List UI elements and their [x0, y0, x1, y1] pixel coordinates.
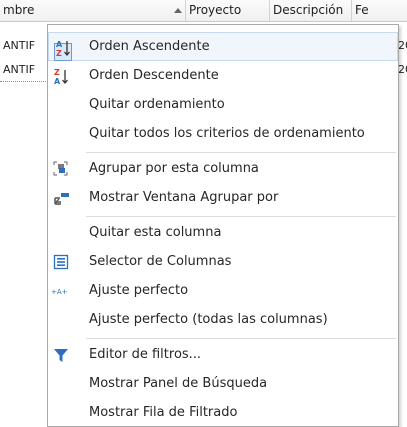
best-fit-icon: +A+ [51, 282, 70, 299]
menu-item-label: Selector de Columnas [89, 254, 232, 269]
menu-item-best-fit-all[interactable]: Ajuste perfecto (todas las columnas) [48, 305, 398, 334]
table-cell: 20 [398, 63, 407, 76]
column-header-nombre[interactable]: mbre [0, 0, 186, 21]
column-header-fecha[interactable]: Fe [352, 0, 407, 21]
table-cell: ANTIF [3, 39, 36, 52]
menu-item-clear-sorting[interactable]: Quitar ordenamiento [48, 90, 398, 119]
best-fit-glyph: +A+ [51, 288, 68, 296]
menu-item-label: Mostrar Fila de Filtrado [89, 405, 238, 420]
sort-ascending-indicator-icon [174, 8, 182, 13]
menu-item-label: Quitar ordenamiento [89, 97, 225, 112]
column-chooser-icon [52, 253, 70, 270]
menu-item-label: Ajuste perfecto [89, 283, 189, 298]
menu-item-label: Agrupar por esta columna [89, 161, 259, 176]
menu-item-remove-column[interactable]: Quitar esta columna [48, 218, 398, 247]
menu-item-label: Ajuste perfecto (todas las columnas) [89, 312, 328, 327]
menu-separator [86, 338, 396, 339]
menu-item-sort-descending[interactable]: Z A Orden Descendente [48, 61, 398, 90]
menu-item-label: Orden Descendente [89, 68, 219, 83]
group-by-column-icon [52, 160, 70, 177]
menu-item-best-fit[interactable]: +A+ Ajuste perfecto [48, 276, 398, 305]
menu-item-clear-all-sorting[interactable]: Quitar todos los criterios de ordenamien… [48, 119, 398, 148]
filter-icon [52, 346, 70, 363]
menu-separator [86, 152, 396, 153]
column-header-descripcion[interactable]: Descripción [270, 0, 352, 21]
menu-item-label: Editor de filtros... [89, 347, 202, 362]
svg-text:A: A [54, 77, 61, 86]
column-header-label: Proyecto [189, 3, 242, 17]
column-header-label: Descripción [273, 3, 344, 17]
column-context-menu: A Z Orden Ascendente Z A Orden Descenden… [47, 24, 399, 427]
group-panel-icon [52, 189, 70, 206]
menu-item-show-group-panel[interactable]: Mostrar Ventana Agrupar por [48, 183, 398, 212]
svg-text:Z: Z [56, 49, 62, 58]
menu-item-show-find-panel[interactable]: Mostrar Panel de Búsqueda [48, 369, 398, 398]
column-header-label: Fe [355, 3, 369, 17]
menu-item-label: Orden Ascendente [89, 39, 210, 54]
menu-item-column-chooser[interactable]: Selector de Columnas [48, 247, 398, 276]
svg-text:Z: Z [54, 68, 60, 77]
menu-item-filter-editor[interactable]: Editor de filtros... [48, 340, 398, 369]
grid-header: mbre Proyecto Descripción Fe [0, 0, 407, 22]
sort-ascending-icon: A Z [52, 38, 72, 61]
focus-row-indicator [0, 81, 48, 82]
menu-item-label: Quitar todos los criterios de ordenamien… [89, 126, 365, 141]
menu-item-show-auto-filter-row[interactable]: Mostrar Fila de Filtrado [48, 398, 398, 427]
menu-item-label: Quitar esta columna [89, 225, 222, 240]
menu-item-label: Mostrar Panel de Búsqueda [89, 376, 268, 391]
menu-item-group-by-column[interactable]: Agrupar por esta columna [48, 154, 398, 183]
menu-item-label: Mostrar Ventana Agrupar por [89, 190, 279, 205]
svg-text:A: A [56, 40, 63, 49]
column-header-proyecto[interactable]: Proyecto [186, 0, 270, 21]
menu-item-sort-ascending[interactable]: A Z Orden Ascendente [48, 32, 398, 61]
table-cell: ANTIF [3, 63, 36, 76]
menu-separator [86, 216, 396, 217]
sort-descending-icon: Z A [52, 67, 70, 86]
table-cell: 20 [398, 39, 407, 52]
column-header-label: mbre [3, 3, 35, 17]
